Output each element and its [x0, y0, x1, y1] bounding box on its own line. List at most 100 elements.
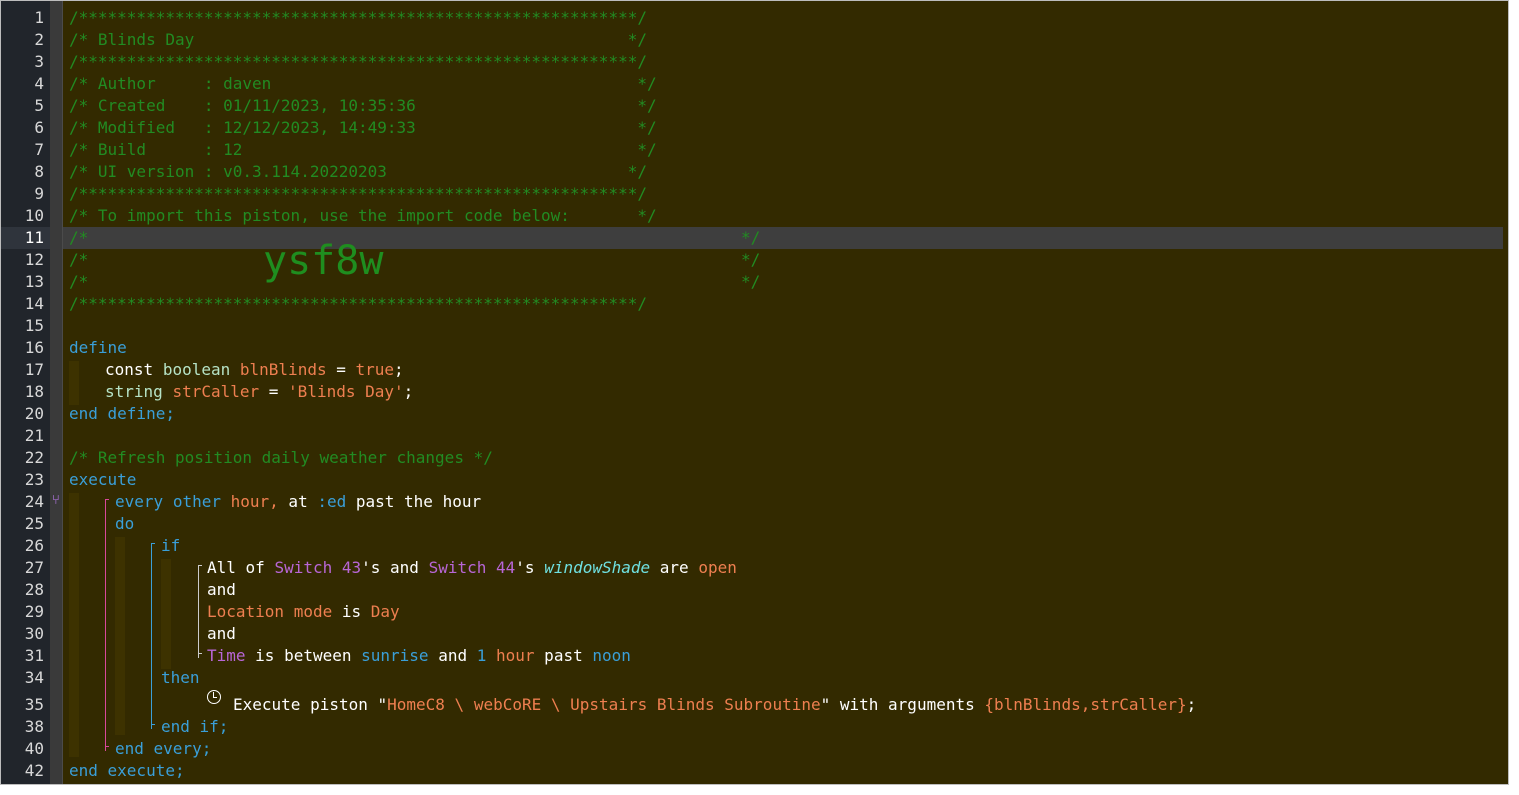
branch-icon: ⑂ — [52, 493, 60, 508]
code-line-12-open: /* — [69, 250, 89, 269]
value-ed: :ed — [317, 492, 347, 511]
unit-hour: hour, — [230, 492, 279, 511]
clock-icon — [207, 690, 221, 704]
semicolon: ; — [1186, 695, 1197, 714]
indent-guide — [69, 493, 79, 757]
line-number: 17 — [24, 360, 44, 379]
keyword-const: const — [105, 360, 154, 379]
line-number: 3 — [34, 52, 44, 71]
text-is: is — [332, 602, 371, 621]
text-past: past — [534, 646, 593, 665]
time-subject: Time — [207, 646, 246, 665]
line-number: 23 — [24, 470, 44, 489]
if-block-bracket — [151, 543, 152, 729]
assign-op: = — [259, 382, 289, 401]
code-line-11-open: /* — [69, 228, 89, 247]
indent-guide — [115, 537, 125, 735]
variable-strcaller: strCaller — [172, 382, 260, 401]
keyword-other: other — [172, 492, 221, 511]
line-number: 4 — [34, 74, 44, 93]
line-number: 9 — [34, 184, 44, 203]
code-line-20: end define; — [69, 404, 175, 423]
code-line-23: execute — [69, 470, 137, 489]
text-at: at — [278, 492, 318, 511]
condition-bracket-bottom — [198, 653, 202, 654]
indent-guide — [161, 559, 171, 669]
code-line-11-close: */ — [741, 228, 761, 247]
line-number: 5 — [34, 96, 44, 115]
line-number: 30 — [24, 624, 44, 643]
code-line-2: /* Blinds Day */ — [69, 30, 647, 49]
keyword-every: every — [115, 492, 164, 511]
text-and: and — [428, 646, 477, 665]
line-number: 20 — [24, 404, 44, 423]
line-number: 18 — [24, 382, 44, 401]
condition-bracket-top — [198, 565, 202, 566]
text-execute-piston: Execute piston " — [233, 695, 388, 714]
text-are: are — [650, 558, 699, 577]
line-number: 26 — [24, 536, 44, 555]
code-line-1: /***************************************… — [69, 8, 647, 27]
line-number: 1 — [34, 8, 44, 27]
gutter-divider — [62, 1, 63, 784]
every-block-bracket-bottom — [105, 746, 109, 747]
device-switch-43: Switch 43 — [274, 558, 362, 577]
code-line-17: const boolean blnBlinds = true; — [105, 359, 404, 381]
line-number: 29 — [24, 602, 44, 621]
code-line-5: /* Created : 01/11/2023, 10:35:36 */ — [69, 96, 657, 115]
text-past-the-hour: past the hour — [346, 492, 482, 511]
every-block-bracket — [105, 499, 106, 751]
code-line-25: do — [115, 514, 135, 533]
code-line-34: then — [161, 668, 200, 687]
value-day: Day — [370, 602, 400, 621]
value-one: 1 — [476, 646, 487, 665]
line-number: 21 — [24, 426, 44, 445]
code-line-24: every other hour, at :ed past the hour — [115, 491, 481, 513]
line-number: 10 — [24, 206, 44, 225]
import-code: ysf8w — [263, 238, 384, 284]
value-sunrise: sunrise — [361, 646, 429, 665]
code-line-42: end execute; — [69, 761, 185, 780]
semicolon: ; — [403, 382, 414, 401]
code-line-38: end if; — [161, 717, 229, 736]
line-number: 24 — [24, 492, 44, 511]
type-string: string — [105, 382, 163, 401]
code-line-7: /* Build : 12 */ — [69, 140, 657, 159]
attribute-windowshade: windowShade — [544, 558, 651, 577]
piston-arguments: {blnBlinds,strCaller} — [984, 695, 1187, 714]
code-line-28: and — [207, 580, 236, 599]
line-number: 11 — [24, 228, 44, 247]
line-number: 15 — [24, 316, 44, 335]
unit-hour: hour — [496, 646, 535, 665]
code-line-14: /***************************************… — [69, 294, 647, 313]
indent-guide — [69, 361, 79, 405]
every-block-bracket-top — [105, 499, 109, 500]
assign-op: = — [326, 360, 356, 379]
code-line-27: All of Switch 43's and Switch 44's windo… — [207, 557, 737, 579]
code-line-8: /* UI version : v0.3.114.20220203 */ — [69, 162, 647, 181]
text-s-and: 's and — [361, 558, 429, 577]
code-line-3: /***************************************… — [69, 52, 647, 71]
code-line-35: Execute piston "HomeC8 \ webCoRE \ Upsta… — [233, 694, 1196, 716]
type-boolean: boolean — [162, 360, 231, 379]
line-number: 12 — [24, 250, 44, 269]
line-number: 8 — [34, 162, 44, 181]
condition-bracket — [198, 565, 199, 658]
text-is-between: is between — [245, 646, 362, 665]
line-number: 7 — [34, 140, 44, 159]
line-number: 6 — [34, 118, 44, 137]
device-switch-44: Switch 44 — [428, 558, 516, 577]
line-number: 13 — [24, 272, 44, 291]
text-with-arguments: " with arguments — [820, 695, 985, 714]
line-number: 34 — [24, 668, 44, 687]
value-true: true — [355, 360, 395, 379]
code-editor[interactable]: 1 2 3 4 5 6 7 8 9 10 11 12 13 14 15 16 17 18 20 21 22 23 24 25 2… — [0, 0, 1509, 785]
value-open: open — [698, 558, 737, 577]
line-number: 40 — [24, 739, 44, 758]
code-line-9: /***************************************… — [69, 184, 647, 203]
keyword-define: define — [69, 338, 127, 357]
if-block-bracket-top — [151, 543, 155, 544]
value-noon: noon — [592, 646, 631, 665]
line-number: 25 — [24, 514, 44, 533]
code-line-13-close: */ — [741, 272, 761, 291]
